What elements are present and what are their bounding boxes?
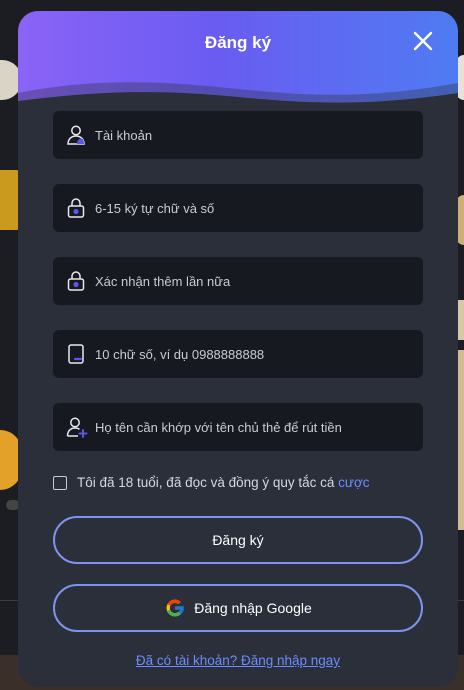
register-button-label: Đăng ký xyxy=(212,532,264,548)
close-button[interactable] xyxy=(412,30,434,52)
password-field[interactable] xyxy=(53,184,423,232)
fullname-field[interactable] xyxy=(53,403,423,451)
phone-icon xyxy=(63,340,91,368)
register-button[interactable]: Đăng ký xyxy=(53,516,423,564)
agree-text: Tôi đã 18 tuổi, đã đọc và đồng ý quy tắc… xyxy=(77,475,370,490)
agree-row: Tôi đã 18 tuổi, đã đọc và đồng ý quy tắc… xyxy=(53,475,370,490)
modal-title: Đăng ký xyxy=(204,33,272,52)
agree-label: Tôi đã 18 tuổi, đã đọc và đồng ý quy tắc… xyxy=(77,475,339,490)
login-link[interactable]: Đã có tài khoản? Đăng nhập ngay xyxy=(18,653,458,668)
google-icon xyxy=(164,597,186,619)
agree-checkbox[interactable] xyxy=(53,475,67,490)
username-input[interactable] xyxy=(95,111,423,159)
phone-field[interactable] xyxy=(53,330,423,378)
modal-header: Đăng ký xyxy=(18,11,458,111)
phone-input[interactable] xyxy=(95,330,423,378)
rules-link[interactable]: cược xyxy=(338,475,369,490)
password-input[interactable] xyxy=(95,184,423,232)
user-icon xyxy=(63,121,91,149)
header-wave xyxy=(18,82,458,111)
lock-icon xyxy=(63,267,91,295)
confirm-password-field[interactable] xyxy=(53,257,423,305)
google-button-label: Đăng nhập Google xyxy=(194,600,312,616)
fullname-input[interactable] xyxy=(95,403,423,451)
username-field[interactable] xyxy=(53,111,423,159)
add-user-icon xyxy=(63,413,91,441)
register-modal: Đăng ký Tài khoản 10 chữ số, ví dụ 09888… xyxy=(18,11,458,687)
lock-icon xyxy=(63,194,91,222)
confirm-password-input[interactable] xyxy=(95,257,423,305)
google-login-button[interactable]: Đăng nhập Google xyxy=(53,584,423,632)
close-icon xyxy=(413,31,433,51)
